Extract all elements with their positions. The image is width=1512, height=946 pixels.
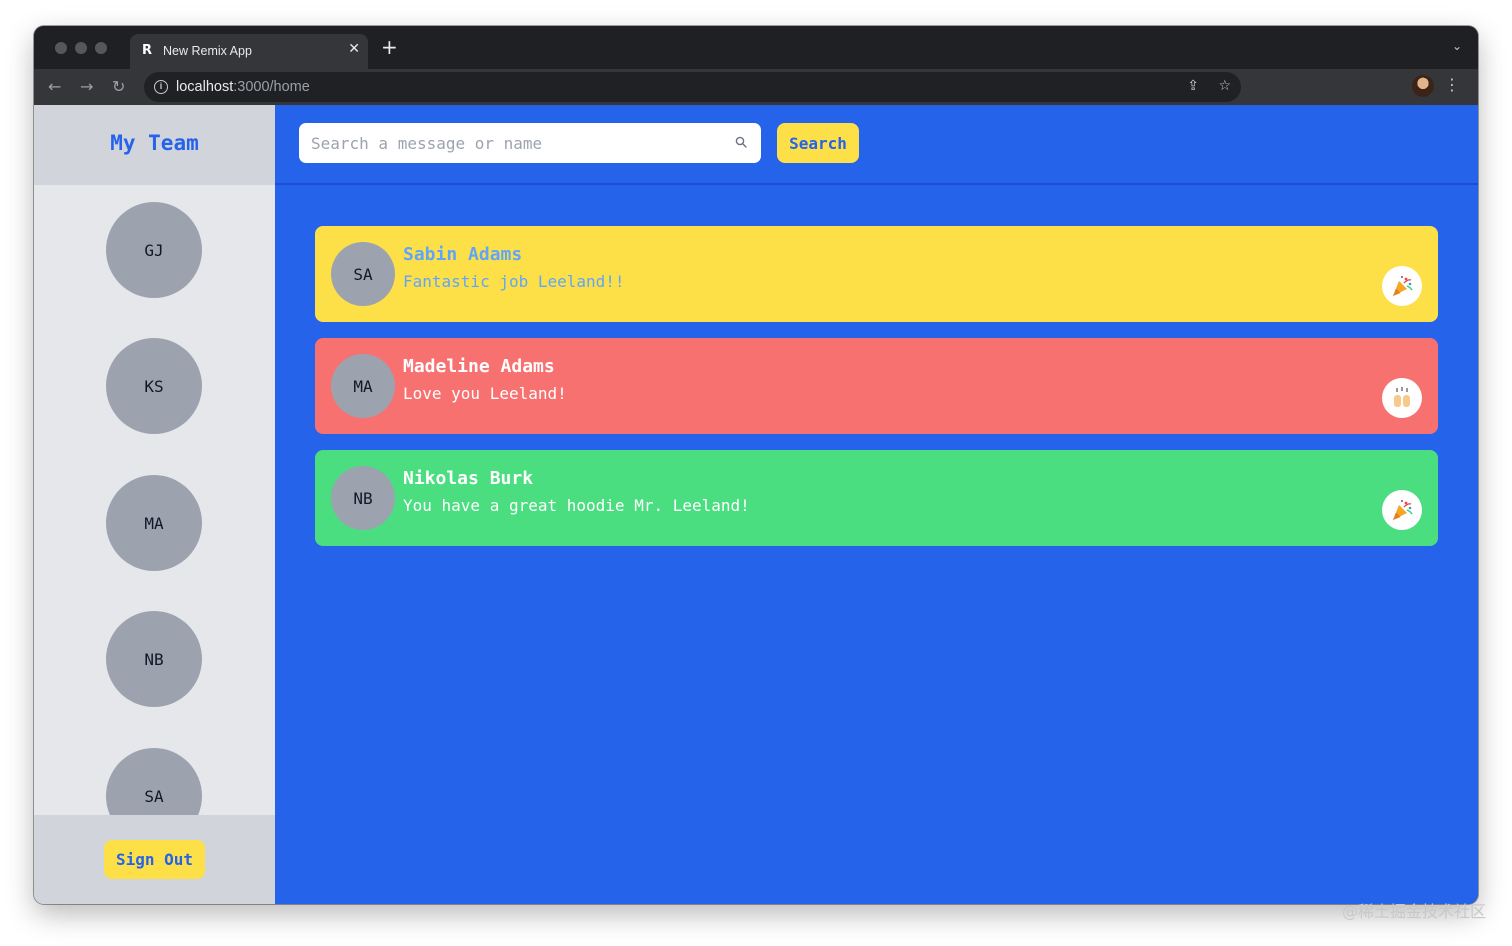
kudo-message: Love you Leeland! xyxy=(403,384,567,403)
magnifying-glass-icon xyxy=(735,136,747,148)
zoom-window-icon[interactable] xyxy=(95,42,107,54)
kudo-author-name: Nikolas Burk xyxy=(403,468,534,489)
party-popper-icon xyxy=(1382,490,1422,530)
sidebar-footer: Sign Out xyxy=(34,815,275,904)
kudo-message: Fantastic job Leeland!! xyxy=(403,272,625,291)
kudo-author-avatar: NB xyxy=(331,466,395,530)
search-input[interactable] xyxy=(299,123,729,163)
search-bar: Search xyxy=(275,105,1478,185)
watermark: @稀土掘金技术社区 xyxy=(1341,902,1486,921)
team-member-avatar[interactable]: MA xyxy=(106,475,202,571)
party-popper-icon xyxy=(1382,266,1422,306)
remix-logo-icon: R xyxy=(142,43,153,58)
url-host: localhost xyxy=(176,79,234,95)
site-info-icon[interactable]: i xyxy=(154,80,168,94)
main-content: Search SA Sabin Adams Fantastic job Leel… xyxy=(275,105,1478,904)
page-viewport: My Team GJ KS MA NB SA Sign Out Search a… xyxy=(34,105,1478,904)
sidebar-title: My Team xyxy=(110,131,199,155)
back-arrow-icon[interactable]: ← xyxy=(48,77,61,96)
url-path: :3000/home xyxy=(233,79,310,95)
team-sidebar: My Team GJ KS MA NB SA Sign Out xyxy=(34,105,275,904)
tab-search-chevron-icon[interactable]: ⌄ xyxy=(1452,39,1462,53)
forward-arrow-icon[interactable]: → xyxy=(80,77,93,96)
browser-window: R New Remix App ✕ + ⌄ ← → ↻ i localhost:… xyxy=(34,26,1478,904)
kudo-message: You have a great hoodie Mr. Leeland! xyxy=(403,496,750,515)
kudo-card: MA Madeline Adams Love you Leeland! xyxy=(315,338,1438,434)
search-field xyxy=(299,123,761,163)
minimize-window-icon[interactable] xyxy=(75,42,87,54)
tab-strip: R New Remix App ✕ + ⌄ xyxy=(34,26,1478,69)
reload-icon[interactable]: ↻ xyxy=(112,77,125,96)
tab-title: New Remix App xyxy=(163,44,252,58)
kudo-author-name: Sabin Adams xyxy=(403,244,523,265)
close-window-icon[interactable] xyxy=(55,42,67,54)
sign-out-button[interactable]: Sign Out xyxy=(104,840,205,879)
search-button[interactable]: Search xyxy=(777,123,859,163)
browser-tab[interactable]: R New Remix App ✕ xyxy=(130,34,368,69)
url-text[interactable]: localhost:3000/home xyxy=(176,79,310,95)
bookmark-star-icon[interactable]: ☆ xyxy=(1218,78,1231,94)
kudo-card: NB Nikolas Burk You have a great hoodie … xyxy=(315,450,1438,546)
close-tab-icon[interactable]: ✕ xyxy=(348,41,360,57)
share-icon[interactable]: ⇪ xyxy=(1187,78,1199,94)
profile-avatar-icon[interactable] xyxy=(1412,75,1434,97)
new-tab-icon[interactable]: + xyxy=(381,35,398,59)
kudo-author-name: Madeline Adams xyxy=(403,356,555,377)
team-member-avatar[interactable]: NB xyxy=(106,611,202,707)
team-member-avatar[interactable]: GJ xyxy=(106,202,202,298)
kudo-author-avatar: MA xyxy=(331,354,395,418)
kudo-author-avatar: SA xyxy=(331,242,395,306)
team-member-avatar[interactable]: KS xyxy=(106,338,202,434)
raising-hands-icon xyxy=(1382,378,1422,418)
kudo-card: SA Sabin Adams Fantastic job Leeland!! xyxy=(315,226,1438,322)
address-bar[interactable]: i localhost:3000/home ⇪ ☆ xyxy=(144,72,1241,102)
browser-menu-icon[interactable]: ⋮ xyxy=(1444,75,1460,94)
browser-toolbar: ← → ↻ i localhost:3000/home ⇪ ☆ ⋮ xyxy=(34,69,1478,105)
sidebar-header: My Team xyxy=(34,105,275,185)
